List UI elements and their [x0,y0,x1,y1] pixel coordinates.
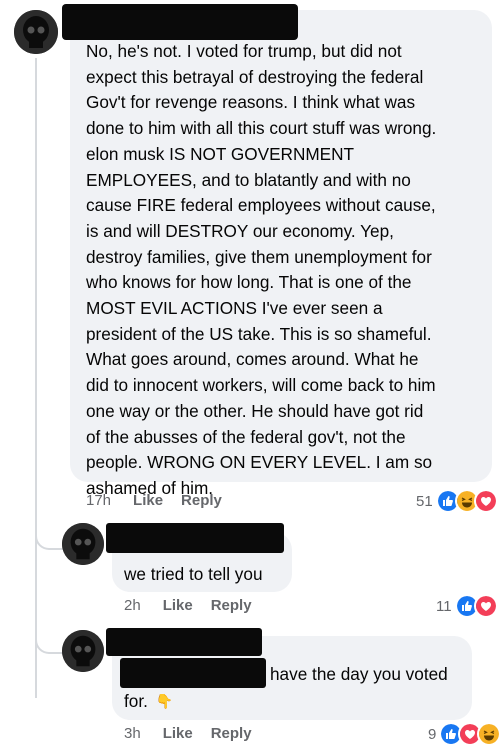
reply-link[interactable]: Reply [181,492,222,509]
redacted-username [106,523,284,553]
reaction-count: 51 [416,492,433,510]
reply-link[interactable]: Reply [211,725,252,742]
laugh-icon [477,722,502,746]
like-link[interactable]: Like [133,492,163,509]
like-link[interactable]: Like [163,725,193,742]
comment-meta: 3h Like Reply [124,725,252,742]
comment-meta: 17h Like Reply [86,492,222,509]
thread-line [35,58,37,698]
reaction-count: 11 [436,597,452,615]
reaction-summary[interactable]: 9 [428,722,502,746]
comment-meta: 2h Like Reply [124,597,252,614]
comment-text-end: for. [124,691,148,711]
comment-text: No, he's not. I voted for trump, but did… [86,41,437,498]
comment-text: have the day you voted [270,664,448,684]
avatar[interactable] [62,523,104,565]
reaction-summary[interactable]: 51 [416,489,498,513]
comment-timestamp: 2h [124,597,141,614]
comment-text: we tried to tell you [124,564,263,584]
reply-link[interactable]: Reply [211,597,252,614]
like-link[interactable]: Like [163,597,193,614]
pointing-down-emoji-icon: 👇 [155,693,174,709]
avatar[interactable] [14,10,58,54]
thread-connector [35,510,63,550]
reaction-count: 9 [428,725,437,743]
skull-avatar-icon [62,523,104,565]
comment-timestamp: 3h [124,725,141,742]
redacted-username [62,4,298,40]
comment-timestamp: 17h [86,492,112,509]
skull-avatar-icon [62,630,104,672]
redacted-username [106,628,262,656]
redacted-mention [120,658,266,688]
skull-avatar-icon [14,10,58,54]
thread-connector [35,612,63,654]
love-icon [473,489,498,513]
love-icon [473,594,498,618]
avatar[interactable] [62,630,104,672]
comment-text-line2: for. 👇 [124,689,173,715]
reaction-summary[interactable]: 11 [436,594,498,618]
